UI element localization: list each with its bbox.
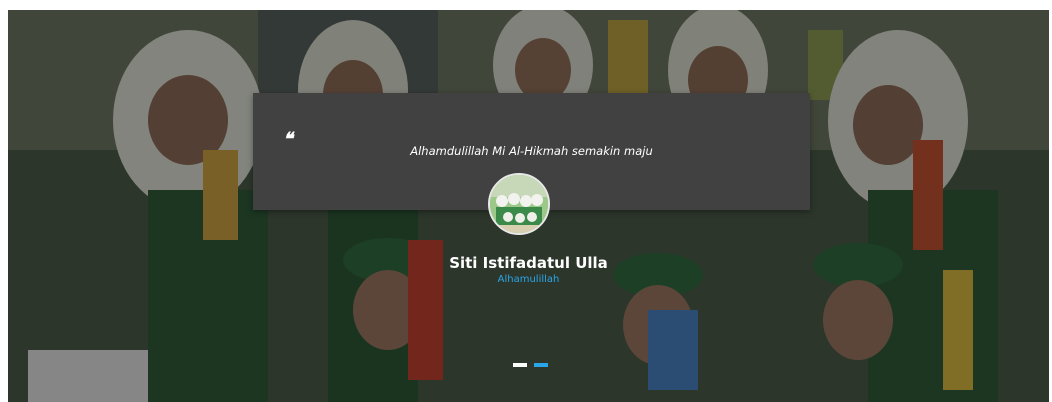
carousel-dots — [513, 363, 548, 367]
testimonial-quote: Alhamdulillah Mi Al-Hikmah semakin maju — [410, 144, 653, 158]
author-role: Alhamulillah — [497, 274, 560, 285]
author-avatar — [488, 173, 550, 235]
carousel-dot-1[interactable] — [513, 363, 527, 367]
testimonial-section: ❝ Alhamdulillah Mi Al-Hikmah semakin maj… — [8, 10, 1049, 402]
author-name: Siti Istifadatul Ulla — [449, 254, 608, 272]
carousel-dot-2[interactable] — [534, 363, 548, 367]
